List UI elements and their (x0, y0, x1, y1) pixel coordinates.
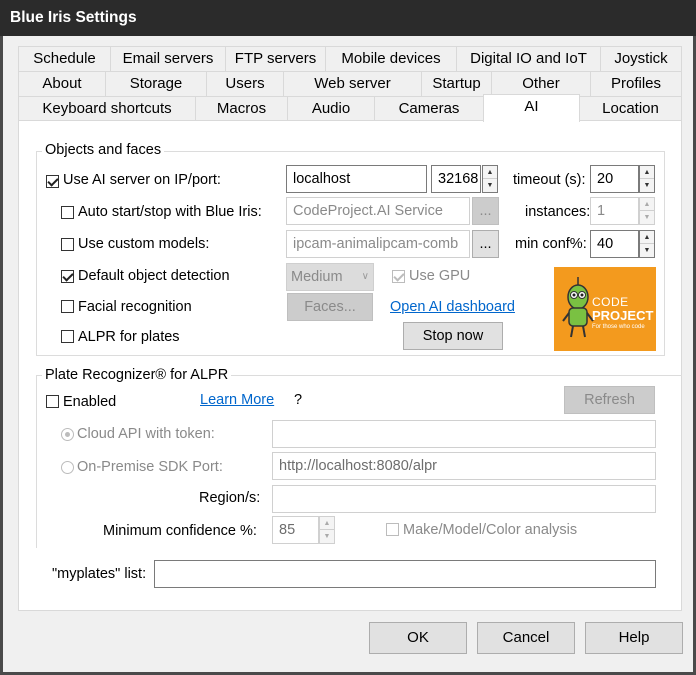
tab-audio[interactable]: Audio (287, 96, 375, 121)
min-conf-input[interactable]: 40 (590, 230, 639, 258)
alpr-checkbox[interactable] (61, 330, 74, 343)
plates-enabled-label: Enabled (63, 394, 117, 410)
minimum-confidence-spinner[interactable]: ▲ ▼ (319, 516, 335, 544)
open-ai-dashboard-link[interactable]: Open AI dashboard (390, 299, 515, 315)
codeproject-logo: CODE PROJECT For those who code (554, 267, 656, 351)
default-detection-label: Default object detection (78, 268, 230, 284)
use-gpu-label: Use GPU (409, 268, 471, 284)
title-bar: Blue Iris Settings (0, 0, 696, 36)
plates-enabled-checkbox[interactable] (46, 395, 59, 408)
custom-models-label: Use custom models: (78, 236, 210, 252)
tab-email-servers[interactable]: Email servers (110, 46, 226, 71)
api-token-input[interactable] (272, 420, 656, 448)
faces-button[interactable]: Faces... (287, 293, 373, 321)
region-input[interactable] (272, 485, 656, 513)
chevron-down-icon: ∨ (361, 271, 369, 282)
timeout-spinner[interactable]: ▲ ▼ (639, 165, 655, 193)
use-ai-server-checkbox[interactable] (46, 175, 59, 188)
tab-location[interactable]: Location (579, 96, 682, 121)
logo-line2: PROJECT (592, 308, 654, 323)
ok-button[interactable]: OK (369, 622, 467, 654)
cloud-api-label: Cloud API with token: (77, 426, 215, 442)
detection-mode-select[interactable]: Medium ∨ (286, 263, 374, 291)
tab-ftp-servers[interactable]: FTP servers (225, 46, 326, 71)
use-ai-server-label: Use AI server on IP/port: (63, 172, 221, 188)
custom-models-checkbox[interactable] (61, 238, 74, 251)
min-conf-spinner[interactable]: ▲ ▼ (639, 230, 655, 258)
minimum-confidence-label: Minimum confidence %: (103, 523, 257, 539)
detection-mode-value: Medium (291, 269, 343, 285)
tab-digital-io[interactable]: Digital IO and IoT (456, 46, 601, 71)
window-title: Blue Iris Settings (10, 9, 137, 26)
make-model-color-label: Make/Model/Color analysis (403, 522, 578, 538)
help-button[interactable]: Help (585, 622, 683, 654)
timeout-label: timeout (s): (513, 172, 586, 188)
onprem-sdk-radio[interactable] (61, 461, 74, 474)
tab-joystick[interactable]: Joystick (600, 46, 682, 71)
instances-label: instances: (525, 204, 591, 220)
logo-line1: CODE (592, 295, 629, 309)
onprem-sdk-label: On-Premise SDK Port: (77, 459, 223, 475)
myplates-input[interactable] (154, 560, 656, 588)
cloud-api-radio[interactable] (61, 428, 74, 441)
plate-recognizer-legend: Plate Recognizer® for ALPR (42, 367, 232, 383)
custom-models-input[interactable]: ipcam-animalipcam-comb (286, 230, 470, 258)
myplates-label: "myplates" list: (52, 566, 147, 582)
tab-about[interactable]: About (18, 71, 106, 96)
min-conf-label: min conf%: (515, 236, 587, 252)
objects-faces-legend: Objects and faces (42, 142, 165, 158)
tab-keyboard-shortcuts[interactable]: Keyboard shortcuts (18, 96, 196, 121)
tab-other[interactable]: Other (491, 71, 591, 96)
tab-ai[interactable]: AI (483, 94, 580, 122)
timeout-input[interactable]: 20 (590, 165, 639, 193)
tab-schedule[interactable]: Schedule (18, 46, 111, 71)
refresh-button[interactable]: Refresh (564, 386, 655, 414)
browse-service-button[interactable]: ... (472, 197, 499, 225)
make-model-color-checkbox[interactable] (386, 523, 399, 536)
minimum-confidence-input[interactable]: 85 (272, 516, 319, 544)
tab-web-server[interactable]: Web server (283, 71, 422, 96)
tab-profiles[interactable]: Profiles (590, 71, 682, 96)
help-question-mark[interactable]: ? (294, 392, 302, 408)
ai-port-input[interactable]: 32168 (431, 165, 481, 193)
use-gpu-checkbox[interactable] (392, 270, 405, 283)
tab-cameras[interactable]: Cameras (374, 96, 484, 121)
tab-mobile-devices[interactable]: Mobile devices (325, 46, 457, 71)
instances-input[interactable]: 1 (590, 197, 639, 225)
learn-more-link[interactable]: Learn More (200, 392, 274, 408)
tab-startup[interactable]: Startup (421, 71, 492, 96)
instances-spinner[interactable]: ▲ ▼ (639, 197, 655, 225)
ai-host-input[interactable]: localhost (286, 165, 427, 193)
region-label: Region/s: (199, 490, 261, 506)
auto-start-label: Auto start/stop with Blue Iris: (78, 204, 262, 220)
tab-users[interactable]: Users (206, 71, 284, 96)
stop-now-button[interactable]: Stop now (403, 322, 503, 350)
auto-start-checkbox[interactable] (61, 206, 74, 219)
alpr-label: ALPR for plates (78, 329, 180, 345)
logo-tagline: For those who code (592, 324, 645, 330)
tab-macros[interactable]: Macros (195, 96, 288, 121)
service-name-input[interactable]: CodeProject.AI Service (286, 197, 470, 225)
cancel-button[interactable]: Cancel (477, 622, 575, 654)
facial-recognition-label: Facial recognition (78, 299, 192, 315)
browse-models-button[interactable]: ... (472, 230, 499, 258)
facial-recognition-checkbox[interactable] (61, 300, 74, 313)
default-detection-checkbox[interactable] (61, 270, 74, 283)
tab-storage[interactable]: Storage (105, 71, 207, 96)
port-spinner[interactable]: ▲ ▼ (482, 165, 498, 193)
onprem-url-input[interactable]: http://localhost:8080/alpr (272, 452, 656, 480)
